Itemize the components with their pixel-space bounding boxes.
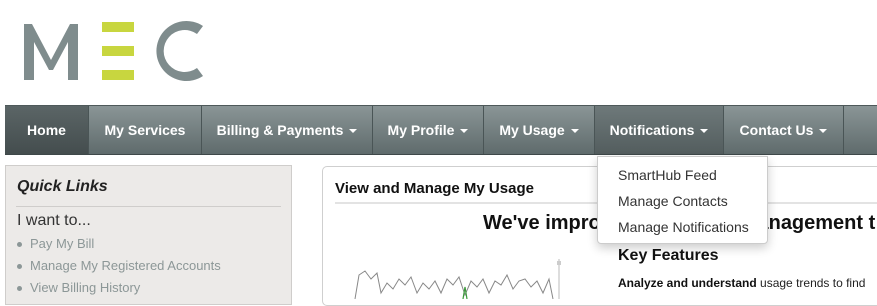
quick-link-label: View Billing History [30,280,141,295]
quick-link-label: Manage My Registered Accounts [30,258,221,273]
caret-down-icon [700,129,709,133]
nav-home[interactable]: Home [5,106,89,154]
nav-my-usage-label: My Usage [499,122,565,138]
nav-notifications[interactable]: Notifications [595,106,724,154]
caret-down-icon [570,129,579,133]
analyze-rest: usage trends to find [756,276,866,290]
quick-links-title: Quick Links [17,178,108,195]
usage-panel-title: View and Manage My Usage [335,180,534,197]
nav-contact-us[interactable]: Contact Us [724,106,844,154]
mec-logo[interactable] [22,20,207,82]
nav-contact-us-label: Contact Us [739,122,814,138]
quick-links-list: Pay My Bill Manage My Registered Account… [17,236,221,302]
divider [16,206,281,207]
quick-link-pay-my-bill[interactable]: Pay My Bill [17,236,221,258]
nav-notifications-label: Notifications [609,122,695,138]
nav-my-profile[interactable]: My Profile [373,106,484,154]
main-nav: Home My Services Billing & Payments My P… [5,105,877,155]
quick-link-manage-accounts[interactable]: Manage My Registered Accounts [17,258,221,280]
menu-item-smarthub-feed[interactable]: SmartHub Feed [618,167,717,183]
caret-down-icon [819,129,828,133]
bullet-icon [17,286,22,292]
nav-billing-payments-label: Billing & Payments [216,122,344,138]
key-features-heading: Key Features [618,247,719,264]
quick-links-intro: I want to... [17,212,91,229]
nav-home-label: Home [27,122,66,138]
menu-item-manage-contacts[interactable]: Manage Contacts [618,193,728,209]
bullet-icon [17,242,22,248]
caret-down-icon [460,129,469,133]
analyze-text: Analyze and understand usage trends to f… [618,276,865,290]
nav-my-services-label: My Services [104,122,186,138]
usage-chart-image [354,259,561,299]
caret-down-icon [349,129,358,133]
quick-links-panel: Quick Links I want to... Pay My Bill Man… [5,165,292,305]
nav-my-usage[interactable]: My Usage [484,106,595,154]
quick-link-label: Pay My Bill [30,236,95,251]
nav-my-profile-label: My Profile [387,122,455,138]
menu-item-manage-notifications[interactable]: Manage Notifications [618,219,749,235]
notifications-dropdown: SmartHub Feed Manage Contacts Manage Not… [597,156,768,244]
nav-my-services[interactable]: My Services [89,106,202,154]
nav-billing-payments[interactable]: Billing & Payments [202,106,373,154]
analyze-bold: Analyze and understand [618,276,757,290]
quick-link-billing-history[interactable]: View Billing History [17,280,221,302]
bullet-icon [17,264,22,270]
